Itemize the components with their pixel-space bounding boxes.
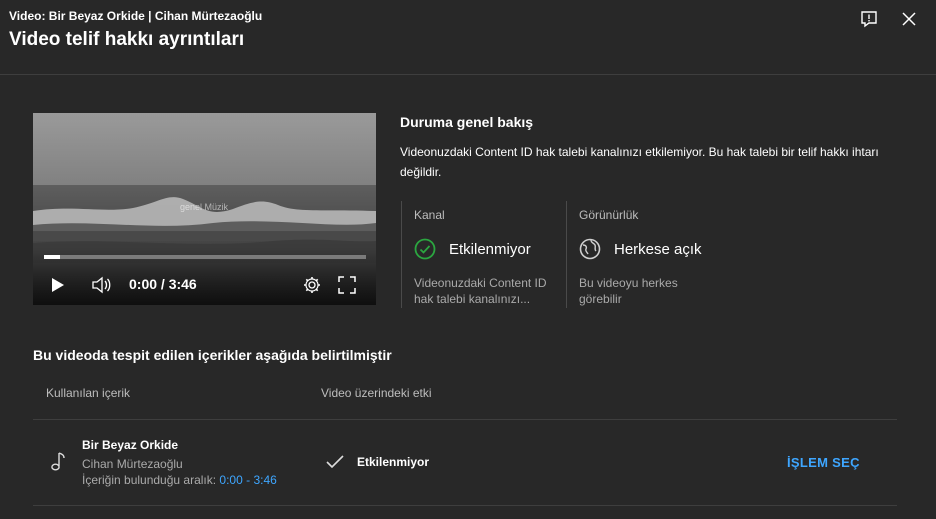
visibility-value: Herkese açık — [614, 241, 702, 258]
fullscreen-icon[interactable] — [338, 276, 356, 299]
content-artist: Cihan Mürtezaoğlu — [82, 457, 183, 471]
dialog-subtitle: Video: Bir Beyaz Orkide | Cihan Mürtezao… — [9, 9, 263, 23]
visibility-card: Görünürlük Herkese açık Bu videoyu herke… — [566, 201, 727, 308]
video-watermark: genel Müzik — [180, 202, 229, 212]
play-icon[interactable] — [51, 277, 65, 298]
visibility-desc: Bu videoyu herkes görebilir — [579, 276, 678, 306]
content-title: Bir Beyaz Orkide — [82, 438, 179, 452]
divider — [33, 419, 897, 420]
content-effect: Etkilenmiyor — [357, 455, 430, 469]
detected-content-title: Bu videoda tespit edilen içerikler aşağı… — [33, 347, 392, 363]
progress-bar[interactable] — [44, 255, 366, 259]
check-circle-icon — [414, 238, 436, 265]
music-note-icon — [49, 451, 67, 478]
channel-card: Kanal Etkilenmiyor Videonuzdaki Content … — [401, 201, 562, 308]
content-range-label: İçeriğin bulunduğu aralık: — [82, 473, 220, 487]
time-display: 0:00 / 3:46 — [129, 276, 197, 292]
dialog-title: Video telif hakkı ayrıntıları — [9, 29, 245, 50]
visibility-heading: Görünürlük — [579, 208, 639, 222]
report-icon[interactable] — [858, 8, 880, 30]
settings-gear-icon[interactable] — [302, 275, 322, 300]
progress-fill — [44, 255, 61, 259]
content-range: İçeriğin bulunduğu aralık: 0:00 - 3:46 — [82, 473, 277, 487]
select-action-button[interactable]: İŞLEM SEÇ — [787, 455, 860, 470]
column-header-used-content: Kullanılan içerik — [46, 386, 131, 400]
video-player[interactable]: genel Müzik 0:00 / 3:46 — [33, 113, 376, 305]
content-range-link[interactable]: 0:00 - 3:46 — [219, 473, 276, 487]
overview-title: Duruma genel bakış — [400, 114, 534, 130]
check-icon — [325, 453, 345, 476]
overview-text: Videonuzdaki Content ID hak talebi kanal… — [400, 145, 879, 179]
channel-desc: Videonuzdaki Content ID hak talebi kanal… — [414, 276, 547, 306]
dialog-header: Video: Bir Beyaz Orkide | Cihan Mürtezao… — [0, 0, 936, 75]
column-header-effect: Video üzerindeki etki — [321, 386, 432, 400]
divider — [33, 505, 897, 506]
globe-icon — [579, 238, 601, 265]
volume-icon[interactable] — [92, 276, 112, 299]
channel-heading: Kanal — [414, 208, 445, 222]
channel-value: Etkilenmiyor — [449, 241, 531, 258]
close-icon[interactable] — [898, 8, 920, 30]
